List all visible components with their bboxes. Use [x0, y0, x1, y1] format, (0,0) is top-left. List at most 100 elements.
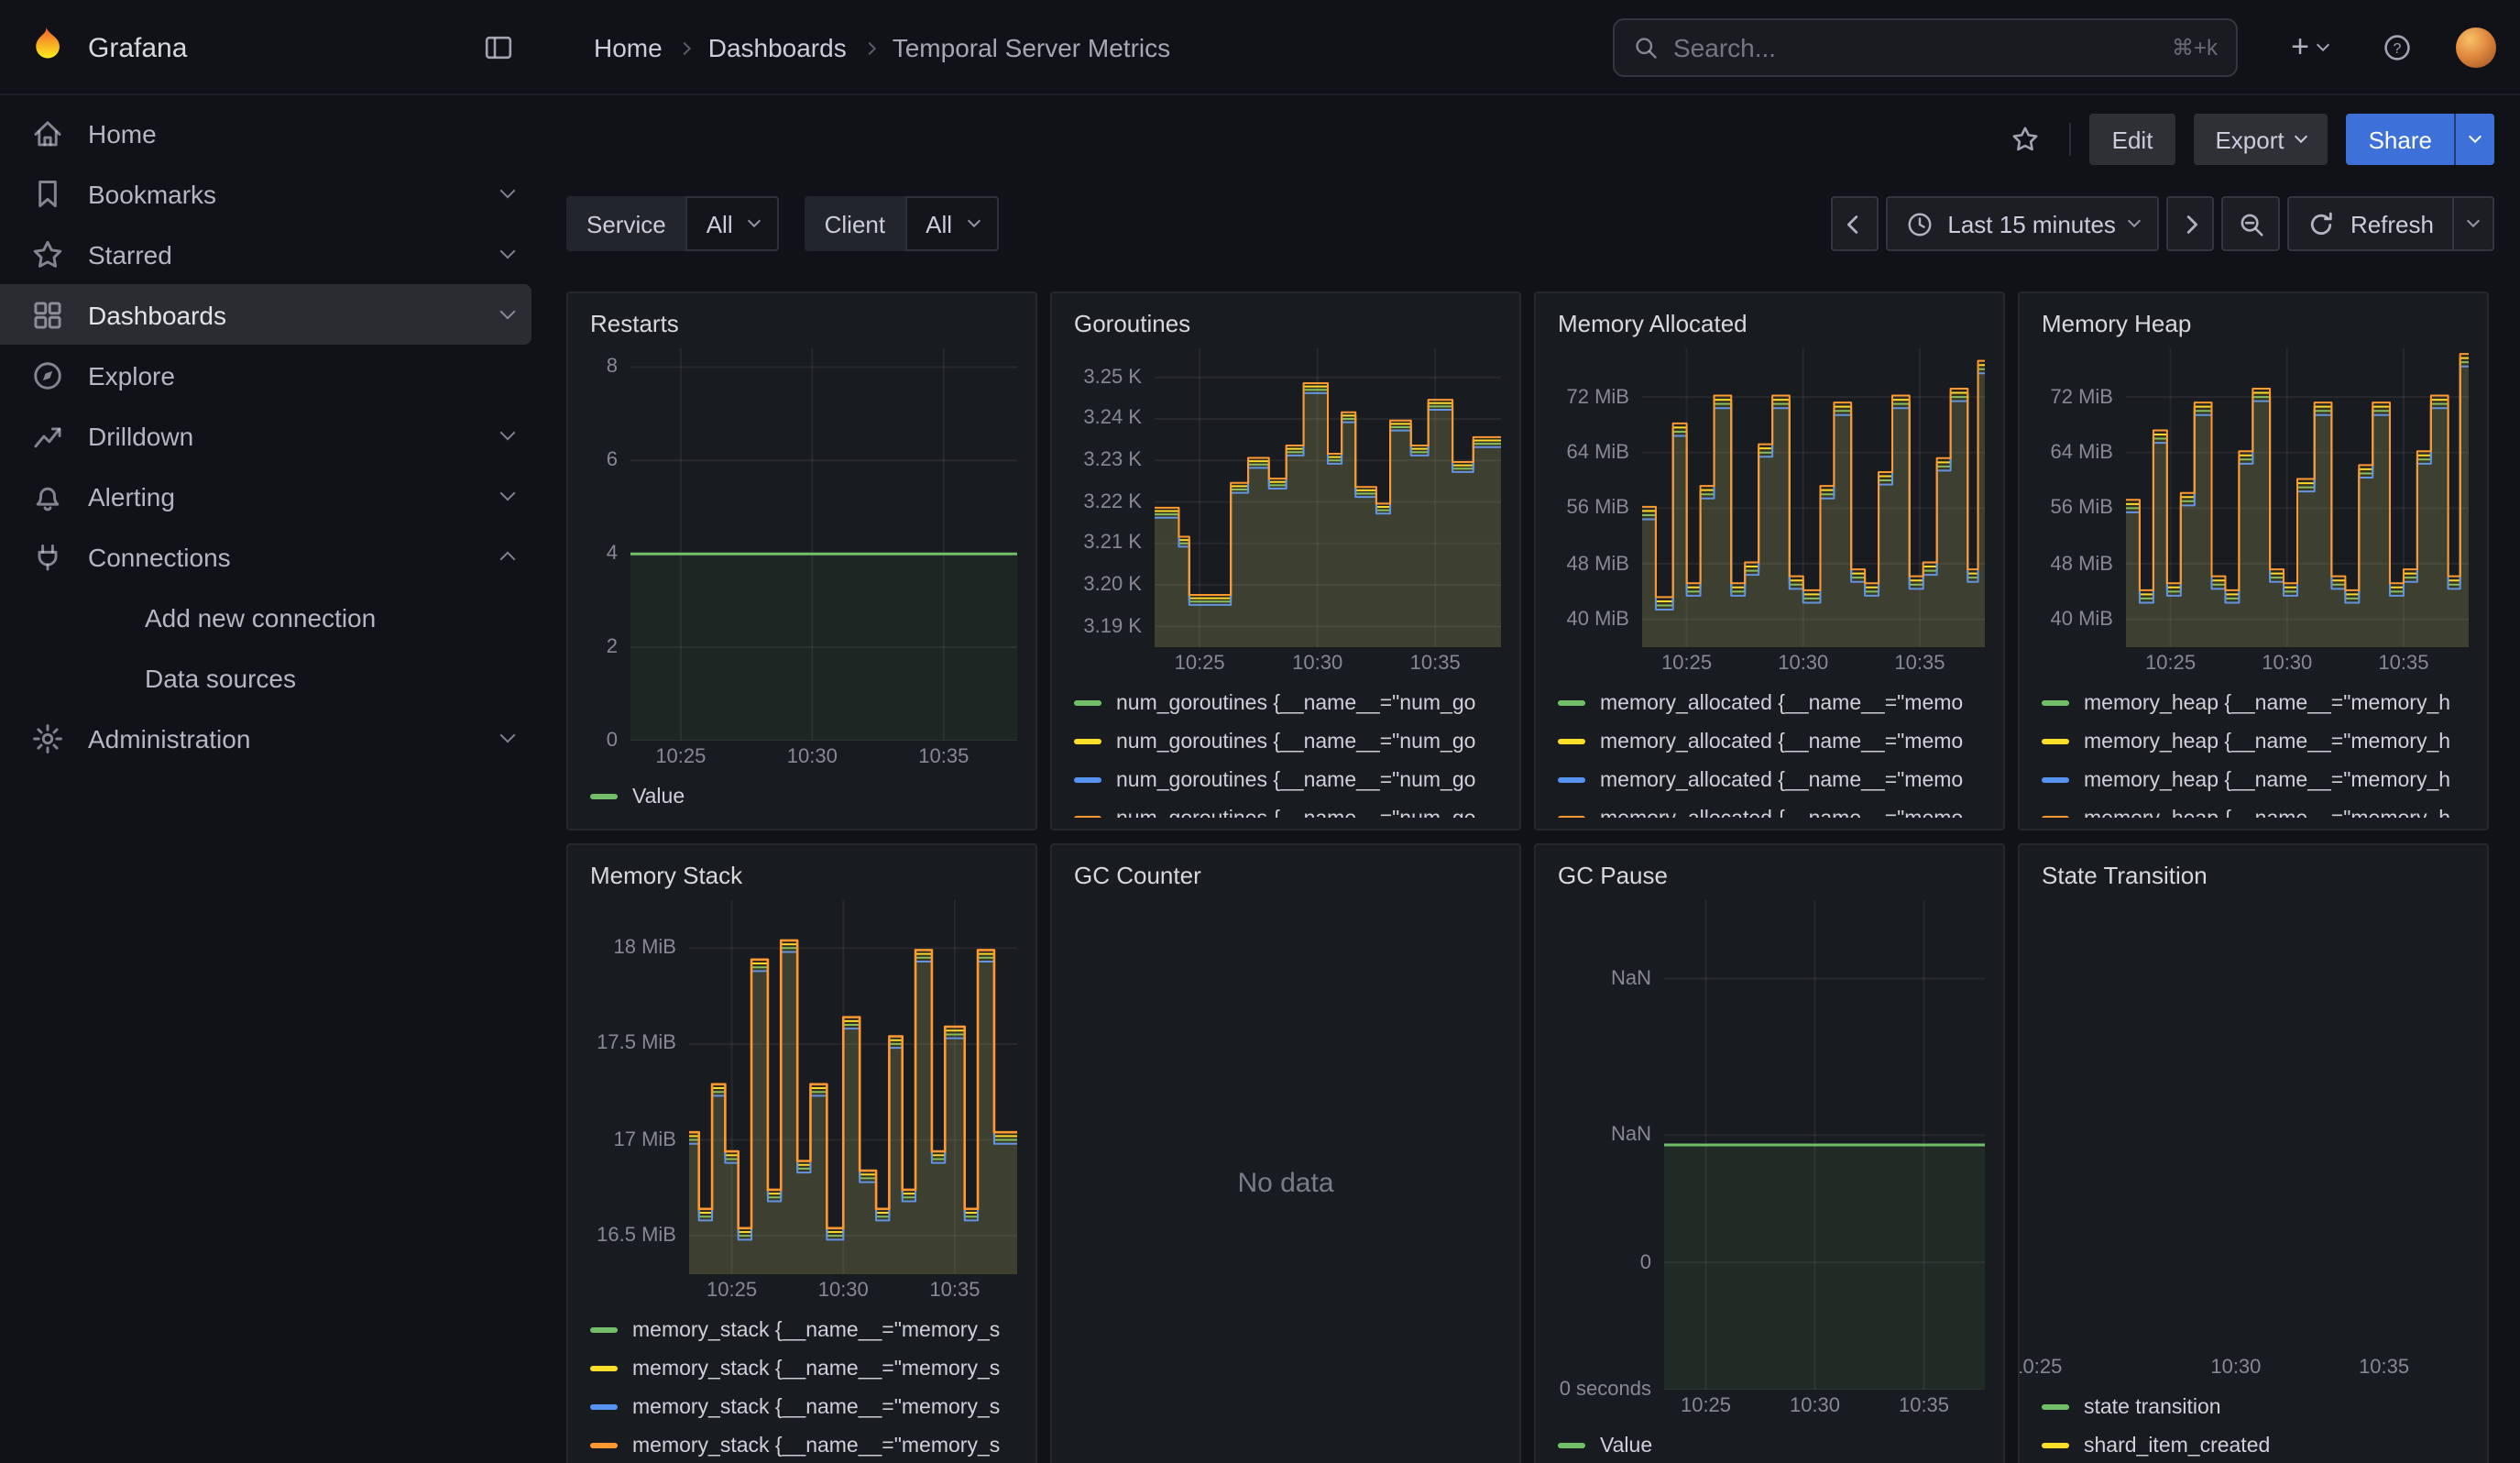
user-avatar[interactable] — [2456, 28, 2496, 68]
legend-item[interactable]: memory_stack {__name__="memory_s — [590, 1388, 1017, 1426]
legend-item[interactable]: num_goroutines {__name__="num_go — [1074, 684, 1501, 722]
edit-button[interactable]: Edit — [2090, 114, 2175, 165]
chevron-down-icon[interactable] — [500, 304, 516, 320]
legend-label: memory_stack {__name__="memory_s — [632, 1435, 1000, 1457]
sidebar-item-alerting[interactable]: Alerting — [0, 466, 550, 526]
refresh-button[interactable]: Refresh — [2288, 196, 2454, 251]
breadcrumb-dashboards[interactable]: Dashboards — [708, 33, 847, 62]
legend-item[interactable]: num_goroutines {__name__="num_go — [1074, 722, 1501, 761]
sidebar-item-data-sources[interactable]: Data sources — [0, 647, 550, 708]
legend-item[interactable]: memory_stack {__name__="memory_s — [590, 1349, 1017, 1388]
time-forward-button[interactable] — [2167, 196, 2215, 251]
sidebar-item-explore[interactable]: Explore — [0, 345, 550, 405]
chart-restarts: 0246810:2510:3010:35 — [586, 348, 1017, 772]
legend-swatch — [1074, 816, 1101, 818]
panel-title[interactable]: GC Counter — [1070, 856, 1501, 896]
share-button[interactable]: Share — [2347, 114, 2454, 165]
top-header: Grafana Home Dashboards Temporal Server … — [0, 0, 2520, 95]
chevron-down-icon[interactable] — [500, 425, 516, 441]
legend-label: memory_allocated {__name__="memo — [1600, 769, 1963, 791]
plus-icon: + — [2291, 33, 2309, 62]
client-filter-value[interactable]: All — [905, 196, 998, 251]
sidebar-item-bookmarks[interactable]: Bookmarks — [0, 163, 550, 224]
refresh-interval-button[interactable] — [2454, 196, 2494, 251]
legend-item[interactable]: Value — [590, 777, 1017, 816]
search-box[interactable]: ⌘+k — [1613, 18, 2238, 77]
legend-item[interactable]: memory_allocated {__name__="memo — [1558, 761, 1985, 799]
legend-item[interactable]: memory_heap {__name__="memory_h — [2042, 722, 2469, 761]
time-back-button[interactable] — [1830, 196, 1878, 251]
favorite-star-button[interactable] — [2000, 114, 2052, 165]
legend-item[interactable]: memory_heap {__name__="memory_h — [2042, 799, 2469, 818]
share-menu-button[interactable] — [2454, 114, 2494, 165]
panel-title[interactable]: State Transition — [2038, 856, 2469, 896]
sidebar-item-administration[interactable]: Administration — [0, 708, 550, 768]
legend-item[interactable]: shard_item_created — [2042, 1426, 2469, 1463]
search-input[interactable] — [1673, 33, 2157, 62]
grafana-logo-icon — [22, 24, 70, 72]
chevron-down-icon[interactable] — [500, 728, 516, 743]
export-button[interactable]: Export — [2193, 114, 2328, 165]
chevron-down-icon — [2129, 214, 2142, 227]
legend-item[interactable]: memory_heap {__name__="memory_h — [2042, 684, 2469, 722]
zoom-out-button[interactable] — [2222, 196, 2281, 251]
sidebar-item-dashboards[interactable]: Dashboards — [0, 284, 531, 345]
add-new-button[interactable]: + — [2273, 22, 2346, 73]
legend-item[interactable]: memory_stack {__name__="memory_s — [590, 1426, 1017, 1463]
x-tick-label: 10:25 — [2018, 1357, 2062, 1379]
panel-title[interactable]: Goroutines — [1070, 304, 1501, 345]
legend-label: memory_stack {__name__="memory_s — [632, 1358, 1000, 1380]
no-data-message: No data — [1070, 900, 1501, 1463]
legend-item[interactable]: memory_heap {__name__="memory_h — [2042, 761, 2469, 799]
chevron-down-icon[interactable] — [500, 486, 516, 501]
panel-title[interactable]: Restarts — [586, 304, 1017, 345]
panel-title[interactable]: Memory Heap — [2038, 304, 2469, 345]
chart-row: 02468 — [586, 348, 1017, 741]
legend-item[interactable]: num_goroutines {__name__="num_go — [1074, 761, 1501, 799]
breadcrumb-separator-icon — [679, 41, 692, 54]
sidebar-toggle-button[interactable] — [473, 22, 524, 73]
sidebar-item-starred[interactable]: Starred — [0, 224, 550, 284]
sidebar-item-drilldown[interactable]: Drilldown — [0, 405, 550, 466]
sidebar-item-home[interactable]: Home — [0, 103, 550, 163]
help-button[interactable]: ? — [2372, 22, 2423, 73]
panel-title[interactable]: Memory Allocated — [1554, 304, 1985, 345]
plug-icon — [31, 540, 64, 573]
legend-item[interactable]: Value — [1558, 1426, 1985, 1463]
panel-title[interactable]: Memory Stack — [586, 856, 1017, 896]
x-tick-label: 10:30 — [1790, 1395, 1840, 1417]
time-range-picker[interactable]: Last 15 minutes — [1885, 196, 2160, 251]
chevron-up-icon[interactable] — [500, 552, 516, 567]
legend-item[interactable]: num_goroutines {__name__="num_go — [1074, 799, 1501, 818]
legend-label: memory_heap {__name__="memory_h — [2084, 692, 2450, 714]
service-filter-value[interactable]: All — [686, 196, 779, 251]
sidebar: HomeBookmarksStarredDashboards Explore Dri… — [0, 95, 550, 1463]
legend-item[interactable]: memory_allocated {__name__="memo — [1558, 684, 1985, 722]
legend: memory_allocated {__name__="memo memory_a… — [1554, 678, 1985, 818]
legend-item[interactable]: memory_stack {__name__="memory_s — [590, 1311, 1017, 1349]
legend-label: memory_allocated {__name__="memo — [1600, 692, 1963, 714]
legend-swatch — [2042, 700, 2069, 706]
breadcrumb-home[interactable]: Home — [594, 33, 663, 62]
chevron-down-icon[interactable] — [500, 183, 516, 199]
sidebar-item-label: Explore — [88, 360, 175, 390]
chevron-down-icon[interactable] — [500, 244, 516, 259]
brand[interactable]: Grafana — [22, 0, 187, 95]
panel-memory-stack: Memory Stack16.5 MiB17 MiB17.5 MiB18 MiB… — [566, 843, 1037, 1463]
chart-state-transition: 10:2510:3010:35 — [2038, 900, 2469, 1382]
legend-item[interactable]: memory_allocated {__name__="memo — [1558, 722, 1985, 761]
gear-icon — [31, 721, 64, 754]
legend-item[interactable]: state transition — [2042, 1388, 2469, 1426]
sidebar-item-connections[interactable]: Connections — [0, 526, 550, 587]
legend-swatch — [1558, 777, 1585, 783]
sidebar-item-add-new-connection[interactable]: Add new connection — [0, 587, 550, 647]
bell-icon — [31, 479, 64, 512]
legend-item[interactable]: memory_allocated {__name__="memo — [1558, 799, 1985, 818]
y-tick-label: 0 seconds — [1560, 1377, 1651, 1402]
panel-title[interactable]: GC Pause — [1554, 856, 1985, 896]
chart-row — [2038, 900, 2469, 1351]
legend-label: num_goroutines {__name__="num_go — [1116, 731, 1475, 753]
y-tick-label: 2 — [607, 634, 618, 660]
clock-icon — [1905, 210, 1933, 237]
chart-row: 16.5 MiB17 MiB17.5 MiB18 MiB — [586, 900, 1017, 1274]
